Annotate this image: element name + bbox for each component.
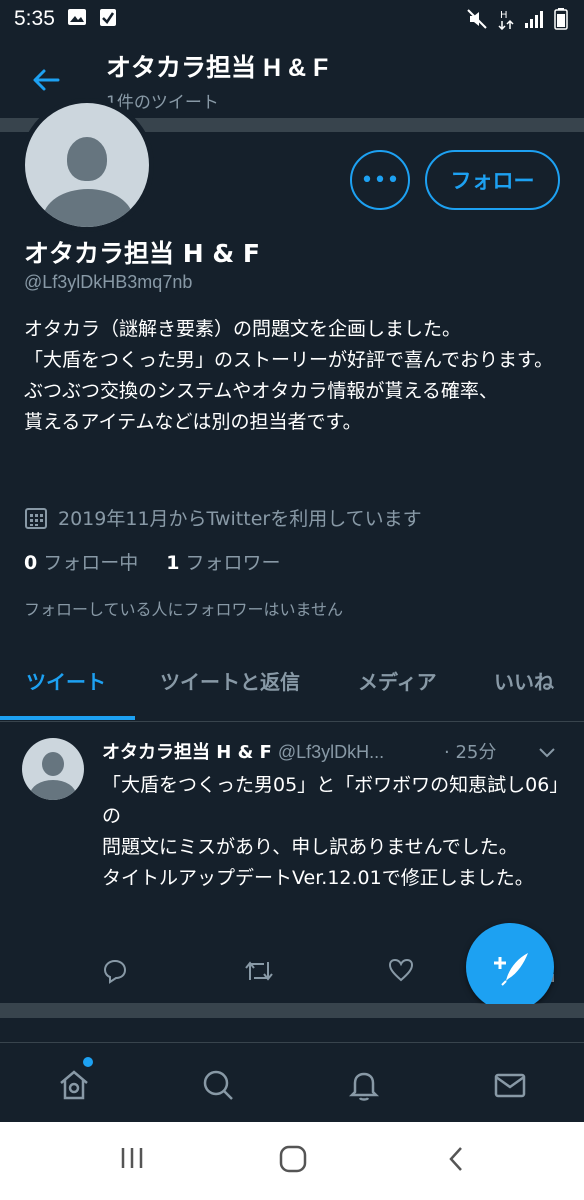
- home-icon: [60, 1070, 88, 1100]
- follow-button[interactable]: フォロー: [425, 150, 560, 210]
- nav-home[interactable]: [52, 1063, 96, 1107]
- following-label: フォロー中: [43, 552, 139, 574]
- joined-date: 2019年11月からTwitterを利用しています: [24, 504, 422, 531]
- tweet-avatar-body: [30, 780, 76, 800]
- system-navigation-bar: [0, 1122, 584, 1200]
- tweet-avatar[interactable]: [22, 738, 84, 800]
- following-link[interactable]: 0 フォロー中: [24, 548, 138, 575]
- compose-tweet-button[interactable]: [466, 923, 554, 1011]
- recent-apps-button[interactable]: [118, 1144, 146, 1176]
- tab-tweets[interactable]: ツイート: [26, 666, 106, 695]
- home-notification-dot: [83, 1057, 93, 1067]
- bell-icon: [348, 1072, 380, 1101]
- data-transfer-icon: H: [498, 8, 514, 35]
- back-arrow-icon: [33, 69, 60, 91]
- back-button[interactable]: [28, 62, 64, 98]
- tweet-timestamp: · 25分: [444, 742, 497, 763]
- status-time: 5:35: [14, 7, 55, 30]
- profile-avatar[interactable]: [20, 98, 154, 232]
- back-system-icon: [449, 1147, 462, 1171]
- tab-likes[interactable]: いいね: [494, 666, 554, 695]
- bottom-navigation: [0, 1042, 584, 1122]
- mail-icon: [494, 1073, 526, 1098]
- nav-search[interactable]: [196, 1063, 240, 1107]
- like-button[interactable]: [388, 958, 414, 986]
- home-system-icon: [279, 1145, 307, 1173]
- status-right-icons: H: [466, 8, 568, 35]
- follow-stats: 0 フォロー中 1 フォロワー: [24, 548, 281, 575]
- calendar-icon: [25, 507, 47, 529]
- profile-name: オタカラ担当 H & F: [24, 239, 260, 268]
- tab-tweets-replies[interactable]: ツイートと返信: [160, 666, 300, 695]
- more-options-button[interactable]: •••: [350, 150, 410, 210]
- mute-icon: [466, 8, 488, 35]
- status-bar: 5:35 H: [0, 0, 584, 38]
- recent-apps-icon: [121, 1148, 143, 1168]
- following-count: 0: [24, 552, 38, 574]
- header-title: オタカラ担当 H & F: [106, 54, 329, 82]
- profile-tabs: ツイート ツイートと返信 メディア いいね: [0, 650, 584, 722]
- battery-icon: [554, 8, 568, 35]
- section-divider: [0, 1004, 584, 1018]
- tab-media[interactable]: メディア: [358, 666, 437, 695]
- followers-count: 1: [166, 552, 180, 574]
- compose-icon: [494, 953, 528, 986]
- tweet-author-handle: @Lf3ylDkH...: [277, 742, 385, 762]
- tweet-text: 「大盾をつくった男05」と「ボワボワの知恵試し06」の 問題文にミスがあり、申し…: [102, 774, 559, 889]
- profile-handle: @Lf3ylDkHB3mq7nb: [24, 272, 193, 292]
- next-tweet-peek: [0, 1018, 584, 1042]
- joined-text: 2019年11月からTwitterを利用しています: [58, 508, 422, 530]
- gallery-icon: [67, 7, 87, 31]
- tweet-menu-button[interactable]: [538, 744, 556, 763]
- reply-icon: [103, 959, 127, 984]
- reply-button[interactable]: [102, 958, 128, 988]
- active-tab-indicator: [0, 716, 135, 720]
- back-system-button[interactable]: [446, 1144, 466, 1178]
- follow-label: フォロー: [450, 169, 535, 193]
- chevron-down-icon: [539, 748, 555, 758]
- avatar-body-shape: [43, 189, 133, 227]
- search-icon: [203, 1070, 233, 1100]
- tweet-avatar-head: [42, 752, 64, 776]
- followers-link[interactable]: 1 フォロワー: [166, 548, 280, 575]
- more-icon: •••: [360, 167, 400, 193]
- signal-icon: [524, 9, 544, 34]
- tweet-header: オタカラ担当 H & F @Lf3ylDkH...: [102, 738, 384, 764]
- avatar-head-shape: [67, 137, 107, 181]
- svg-text:H: H: [500, 10, 508, 21]
- retweet-button[interactable]: [244, 958, 274, 988]
- no-mutual-followers-note: フォローしている人にフォロワーはいません: [24, 600, 344, 619]
- like-icon: [388, 958, 414, 982]
- nav-notifications[interactable]: [342, 1063, 386, 1107]
- home-system-button[interactable]: [278, 1144, 308, 1178]
- tweet-author-name: オタカラ担当 H & F: [102, 742, 272, 763]
- clipboard-check-icon: [99, 7, 117, 32]
- retweet-icon: [245, 961, 273, 981]
- nav-messages[interactable]: [488, 1063, 532, 1107]
- followers-label: フォロワー: [185, 552, 281, 574]
- profile-bio: オタカラ（謎解き要素）の問題文を企画しました。 「大盾をつくった男」のストーリー…: [24, 318, 554, 433]
